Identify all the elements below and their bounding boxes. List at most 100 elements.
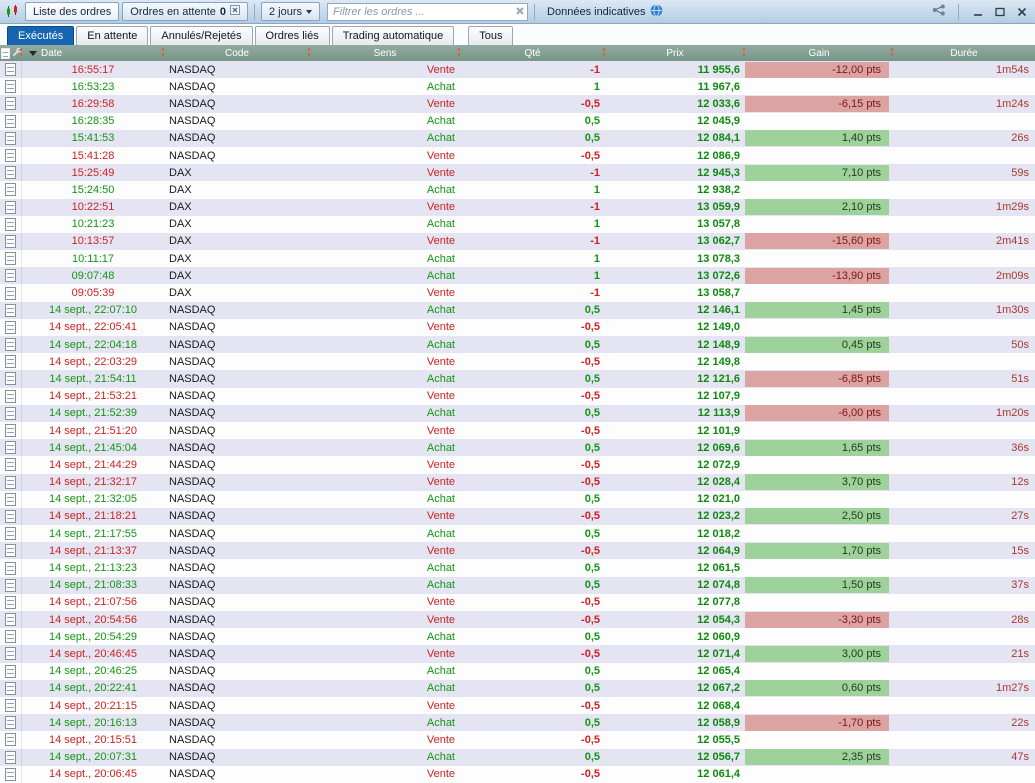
order-document-icon[interactable]: [5, 200, 16, 214]
order-document-icon[interactable]: [5, 630, 16, 644]
tab-trading-automatique[interactable]: Trading automatique: [331, 26, 455, 45]
order-document-icon[interactable]: [5, 286, 16, 300]
order-row[interactable]: 14 sept., 21:52:39 NASDAQ Achat 0,5 12 113,9…: [0, 404, 1035, 422]
order-row[interactable]: 16:55:17 NASDAQ Vente -1 11 955,6 -12,00 pts 1…: [0, 61, 1035, 79]
order-document-icon[interactable]: [5, 320, 16, 334]
order-document-icon[interactable]: [5, 767, 16, 781]
order-row[interactable]: 14 sept., 21:18:21 NASDAQ Vente -0,5 12 023,…: [0, 507, 1035, 526]
order-row[interactable]: 10:13:57 DAX Vente -1 13 062,7 -15,60 pts 2m41…: [0, 232, 1035, 251]
order-document-icon[interactable]: [5, 527, 16, 541]
order-row[interactable]: 14 sept., 21:17:55 NASDAQ Achat 0,5 12 018,2: [0, 525, 1035, 543]
order-document-icon[interactable]: [5, 750, 16, 764]
order-document-icon[interactable]: [5, 716, 16, 730]
order-document-icon[interactable]: [5, 80, 16, 94]
column-header-duree[interactable]: Durée: [893, 45, 1035, 61]
order-document-icon[interactable]: [5, 406, 16, 420]
order-row[interactable]: 14 sept., 22:07:10 NASDAQ Achat 0,5 12 146,1…: [0, 301, 1035, 319]
order-document-icon[interactable]: [5, 372, 16, 386]
order-row[interactable]: 14 sept., 22:05:41 NASDAQ Vente -0,5 12 149,…: [0, 318, 1035, 336]
order-row[interactable]: 14 sept., 20:54:56 NASDAQ Vente -0,5 12 054,…: [0, 611, 1035, 629]
period-dropdown[interactable]: 2 jours: [261, 2, 321, 21]
maximize-button[interactable]: [993, 5, 1006, 18]
order-document-icon[interactable]: [5, 681, 16, 695]
order-row[interactable]: 10:11:17 DAX Achat 1 13 078,3: [0, 250, 1035, 268]
order-row[interactable]: 16:28:35 NASDAQ Achat 0,5 12 045,9: [0, 112, 1035, 130]
order-document-icon[interactable]: [5, 217, 16, 231]
column-header-date[interactable]: Date: [22, 45, 164, 61]
column-header-qte[interactable]: Qté: [460, 45, 605, 61]
order-document-icon[interactable]: [5, 424, 16, 438]
order-row[interactable]: 14 sept., 21:32:05 NASDAQ Achat 0,5 12 021,0: [0, 490, 1035, 508]
order-document-icon[interactable]: [5, 97, 16, 111]
clear-filter-icon[interactable]: [515, 6, 525, 16]
order-row[interactable]: 14 sept., 22:03:29 NASDAQ Vente -0,5 12 149,…: [0, 353, 1035, 371]
order-document-icon[interactable]: [5, 355, 16, 369]
order-row[interactable]: 14 sept., 20:54:29 NASDAQ Achat 0,5 12 060,9: [0, 628, 1035, 646]
order-document-icon[interactable]: [5, 234, 16, 248]
order-row[interactable]: 16:29:58 NASDAQ Vente -0,5 12 033,6 -6,15 pts…: [0, 95, 1035, 113]
order-document-icon[interactable]: [5, 252, 16, 266]
order-row[interactable]: 14 sept., 20:46:25 NASDAQ Achat 0,5 12 065,4: [0, 662, 1035, 680]
order-document-icon[interactable]: [5, 699, 16, 713]
liste-des-ordres-button[interactable]: Liste des ordres: [25, 2, 120, 21]
order-document-icon[interactable]: [5, 492, 16, 506]
close-button[interactable]: [1015, 5, 1028, 18]
order-row[interactable]: 15:41:28 NASDAQ Vente -0,5 12 086,9: [0, 146, 1035, 165]
order-row[interactable]: 14 sept., 21:45:04 NASDAQ Achat 0,5 12 069,6…: [0, 439, 1035, 457]
order-document-icon[interactable]: [5, 114, 16, 128]
tab-en-attente[interactable]: En attente: [76, 26, 149, 45]
order-row[interactable]: 15:41:53 NASDAQ Achat 0,5 12 084,1 1,40 pts 26…: [0, 129, 1035, 147]
order-row[interactable]: 14 sept., 21:51:20 NASDAQ Vente -0,5 12 101,…: [0, 421, 1035, 440]
order-document-icon[interactable]: [5, 647, 16, 661]
order-document-icon[interactable]: [5, 63, 16, 77]
order-row[interactable]: 14 sept., 22:04:18 NASDAQ Achat 0,5 12 148,9…: [0, 336, 1035, 354]
order-row[interactable]: 10:22:51 DAX Vente -1 13 059,9 2,10 pts 1m29s: [0, 198, 1035, 216]
order-row[interactable]: 14 sept., 21:13:23 NASDAQ Achat 0,5 12 061,5: [0, 559, 1035, 577]
share-icon[interactable]: [932, 3, 946, 21]
order-row[interactable]: 14 sept., 20:22:41 NASDAQ Achat 0,5 12 067,2…: [0, 679, 1035, 697]
order-row[interactable]: 14 sept., 20:07:31 NASDAQ Achat 0,5 12 056,7…: [0, 748, 1035, 766]
order-row[interactable]: 14 sept., 20:16:13 NASDAQ Achat 0,5 12 058,9…: [0, 714, 1035, 732]
order-document-icon[interactable]: [5, 475, 16, 489]
tab-ordres-lies[interactable]: Ordres liés: [254, 26, 330, 45]
order-row[interactable]: 14 sept., 21:13:37 NASDAQ Vente -0,5 12 064,…: [0, 542, 1035, 560]
popout-icon[interactable]: [230, 5, 240, 18]
order-document-icon[interactable]: [5, 166, 16, 180]
order-document-icon[interactable]: [5, 183, 16, 197]
ordres-en-attente-button[interactable]: Ordres en attente 0: [122, 2, 248, 21]
wrench-icon[interactable]: [12, 47, 22, 60]
order-document-icon[interactable]: [5, 149, 16, 163]
order-document-icon[interactable]: [5, 544, 16, 558]
order-row[interactable]: 14 sept., 21:08:33 NASDAQ Achat 0,5 12 074,8…: [0, 576, 1035, 594]
order-document-icon[interactable]: [5, 441, 16, 455]
tab-annules-rejetes[interactable]: Annulés/Rejetés: [150, 26, 253, 45]
order-row[interactable]: 10:21:23 DAX Achat 1 13 057,8: [0, 215, 1035, 233]
order-row[interactable]: 14 sept., 20:21:15 NASDAQ Vente -0,5 12 068,…: [0, 696, 1035, 715]
order-row[interactable]: 15:24:50 DAX Achat 1 12 938,2: [0, 181, 1035, 199]
document-icon[interactable]: [0, 47, 10, 59]
order-document-icon[interactable]: [5, 131, 16, 145]
tab-executes[interactable]: Exécutés: [7, 26, 75, 45]
order-document-icon[interactable]: [5, 269, 16, 283]
order-document-icon[interactable]: [5, 664, 16, 678]
order-row[interactable]: 14 sept., 21:44:29 NASDAQ Vente -0,5 12 072,…: [0, 456, 1035, 474]
order-document-icon[interactable]: [5, 303, 16, 317]
column-header-code[interactable]: Code: [164, 45, 310, 61]
order-row[interactable]: 14 sept., 21:07:56 NASDAQ Vente -0,5 12 077,…: [0, 593, 1035, 611]
order-row[interactable]: 14 sept., 20:46:45 NASDAQ Vente -0,5 12 071,…: [0, 645, 1035, 663]
order-row[interactable]: 09:05:39 DAX Vente -1 13 058,7: [0, 284, 1035, 302]
order-row[interactable]: 14 sept., 21:54:11 NASDAQ Achat 0,5 12 121,6…: [0, 370, 1035, 388]
filter-input[interactable]: [327, 2, 529, 21]
order-row[interactable]: 15:25:49 DAX Vente -1 12 945,3 7,10 pts 59s: [0, 164, 1035, 182]
order-document-icon[interactable]: [5, 733, 16, 747]
order-row[interactable]: 14 sept., 20:15:51 NASDAQ Vente -0,5 12 055,…: [0, 731, 1035, 749]
order-row[interactable]: 09:07:48 DAX Achat 1 13 072,6 -13,90 pts 2m09s: [0, 267, 1035, 285]
column-header-gain[interactable]: Gain: [745, 45, 893, 61]
order-document-icon[interactable]: [5, 595, 16, 609]
tab-tous[interactable]: Tous: [468, 26, 514, 45]
order-document-icon[interactable]: [5, 561, 16, 575]
order-row[interactable]: 16:53:23 NASDAQ Achat 1 11 967,6: [0, 78, 1035, 96]
order-document-icon[interactable]: [5, 458, 16, 472]
order-document-icon[interactable]: [5, 338, 16, 352]
order-document-icon[interactable]: [5, 509, 16, 523]
